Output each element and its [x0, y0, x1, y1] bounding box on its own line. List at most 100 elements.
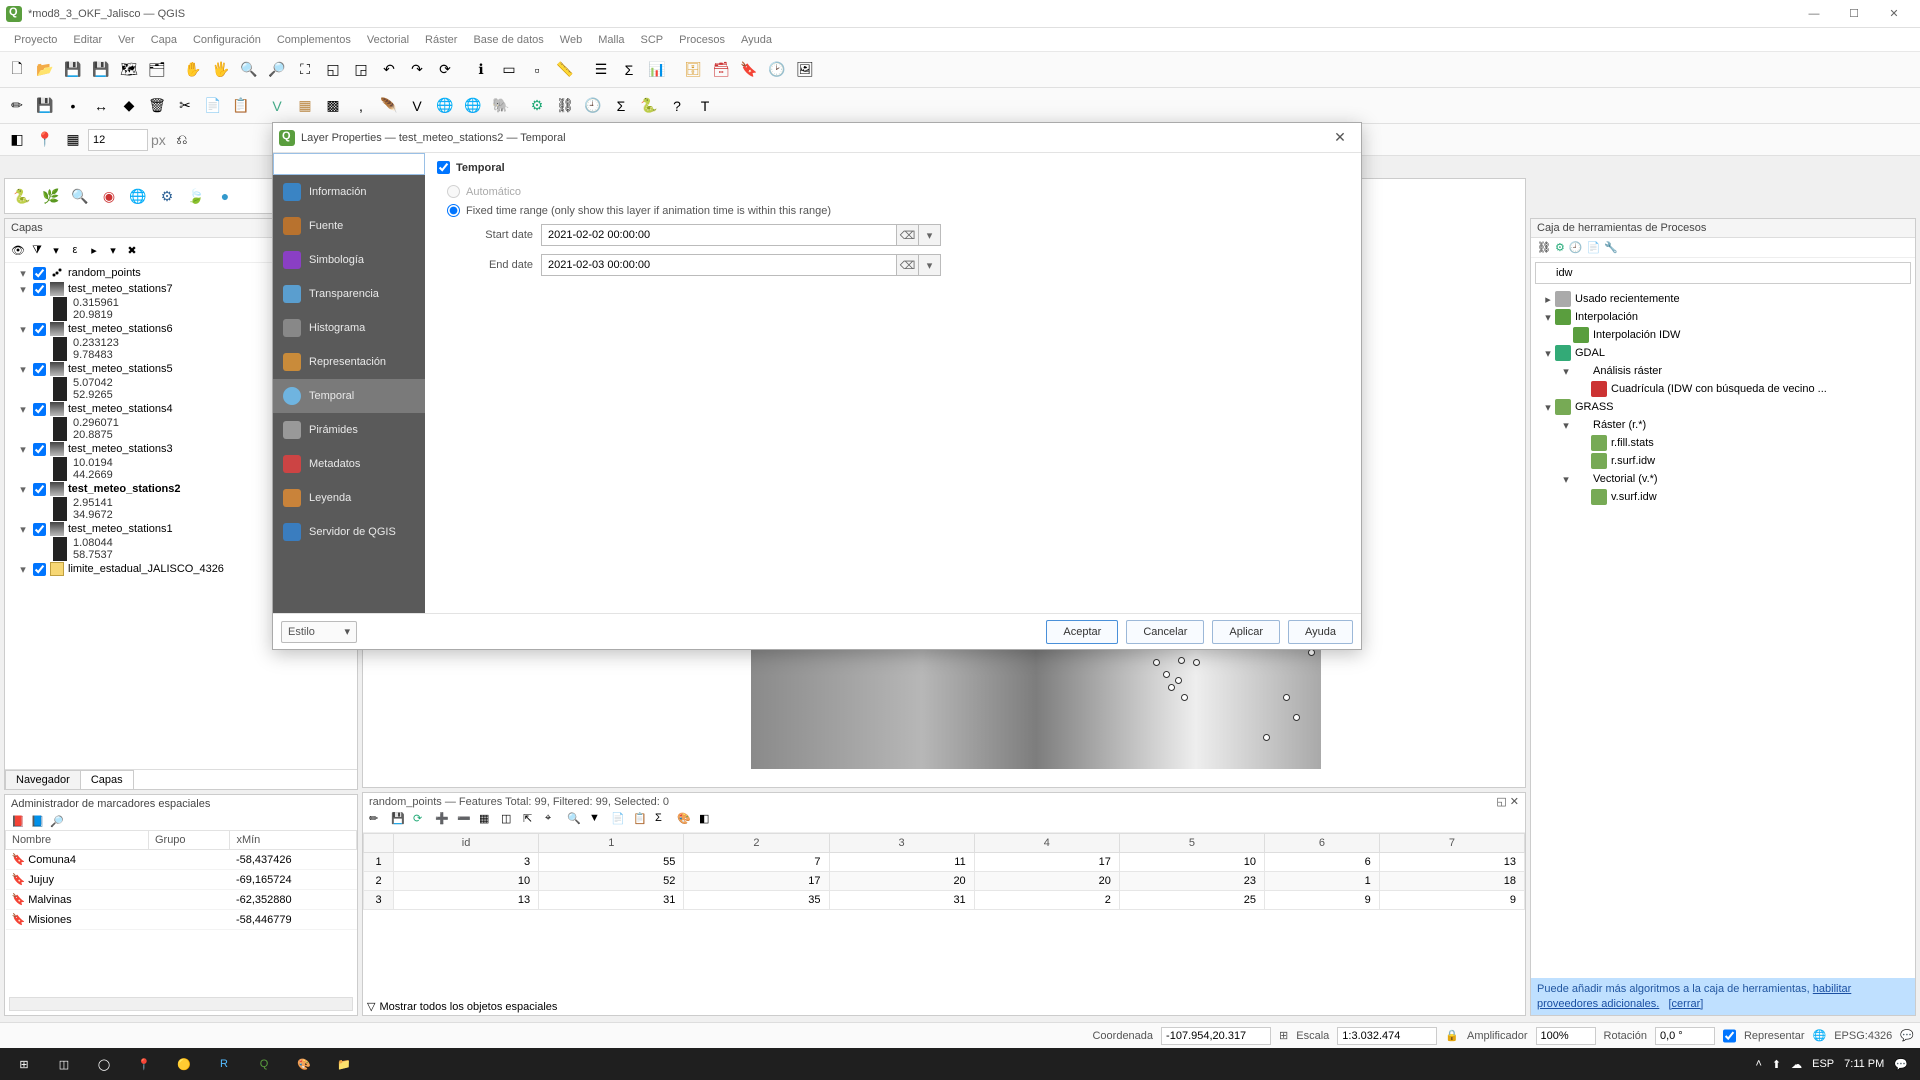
extents-icon[interactable]: ⊞: [1279, 1029, 1288, 1042]
qgis-task-icon[interactable]: Q: [244, 1048, 284, 1080]
layer-visibility-checkbox[interactable]: [33, 443, 46, 456]
history-icon[interactable]: 🕘: [580, 93, 606, 119]
bookmark-row[interactable]: 🔖 Jujuy-69,165724: [6, 870, 357, 890]
tree-expand-icon[interactable]: ▸: [1541, 293, 1555, 306]
pan-icon[interactable]: ✋: [180, 57, 206, 83]
menu-malla[interactable]: Malla: [590, 31, 632, 49]
tree-expand-icon[interactable]: ▾: [1541, 347, 1555, 360]
style-preset-icon[interactable]: 👁: [9, 241, 27, 259]
expand-icon[interactable]: ▾: [17, 403, 29, 416]
layer-visibility-checkbox[interactable]: [33, 563, 46, 576]
end-dropdown-icon[interactable]: ▾: [919, 254, 941, 276]
measure-icon[interactable]: 📏: [552, 57, 578, 83]
spinbox-input[interactable]: [88, 129, 148, 151]
toolbox-tree-node[interactable]: ▾ Interpolación: [1537, 308, 1909, 326]
menu-configuracion[interactable]: Configuración: [185, 31, 269, 49]
tree-expand-icon[interactable]: ▾: [1559, 473, 1573, 486]
temporal-icon[interactable]: 🕑: [764, 57, 790, 83]
zoom-bookmark-icon[interactable]: 🔎: [50, 815, 64, 828]
cell[interactable]: 52: [539, 872, 684, 891]
close-button[interactable]: ✕: [1874, 2, 1914, 26]
attr-table[interactable]: id1234567 135571117106132105217202023118…: [363, 833, 1525, 910]
edit-in-place-icon[interactable]: 📄: [1587, 241, 1601, 254]
cut-icon[interactable]: ✂: [172, 93, 198, 119]
layer-visibility-checkbox[interactable]: [33, 363, 46, 376]
identify-icon[interactable]: ℹ: [468, 57, 494, 83]
attr-col-header[interactable]: 6: [1265, 834, 1380, 853]
start-dropdown-icon[interactable]: ▾: [919, 224, 941, 246]
tray-lang[interactable]: ESP: [1812, 1058, 1834, 1070]
taskview-icon[interactable]: ◫: [44, 1048, 84, 1080]
attr-col-header[interactable]: 4: [974, 834, 1119, 853]
zoom-full-icon[interactable]: ⛶: [292, 57, 318, 83]
cell[interactable]: 35: [684, 891, 829, 910]
menu-complementos[interactable]: Complementos: [269, 31, 359, 49]
bm-col-grupo[interactable]: Grupo: [148, 831, 229, 850]
toolbox-tree-node[interactable]: Interpolación IDW: [1537, 326, 1909, 344]
cell[interactable]: 20: [829, 872, 974, 891]
tab-histograma[interactable]: Histograma: [273, 311, 425, 345]
attributes-icon[interactable]: ☰: [588, 57, 614, 83]
start-clear-icon[interactable]: ⌫: [897, 224, 919, 246]
toolbox-tree[interactable]: ▸ Usado recientemente▾ Interpolación Int…: [1531, 288, 1915, 508]
attr-dock-icon[interactable]: ◱: [1496, 796, 1506, 808]
toolbox-hint-close[interactable]: [cerrar]: [1668, 998, 1703, 1010]
cell[interactable]: 17: [974, 853, 1119, 872]
reload-icon[interactable]: ⟳: [413, 812, 431, 830]
tab-metadatos[interactable]: Metadatos: [273, 447, 425, 481]
expand-icon[interactable]: ▾: [17, 523, 29, 536]
refresh-icon[interactable]: ⟳: [432, 57, 458, 83]
invert-icon[interactable]: ◫: [501, 812, 519, 830]
start-date-input[interactable]: [541, 224, 897, 246]
tree-expand-icon[interactable]: ▾: [1559, 365, 1573, 378]
virtual-icon[interactable]: V: [404, 93, 430, 119]
menu-scp[interactable]: SCP: [633, 31, 672, 49]
field-calc-icon[interactable]: Σ: [616, 57, 642, 83]
cell[interactable]: 55: [539, 853, 684, 872]
tab-representacion[interactable]: Representación: [273, 345, 425, 379]
tray-time[interactable]: 7:11 PM: [1844, 1058, 1884, 1070]
cell[interactable]: 18: [1379, 872, 1524, 891]
toolbox-tree-node[interactable]: Cuadrícula (IDW con búsqueda de vecino .…: [1537, 380, 1909, 398]
deselect-icon[interactable]: ▫: [524, 57, 550, 83]
tab-servidor[interactable]: Servidor de QGIS: [273, 515, 425, 549]
bookmarks-icon[interactable]: 🔖: [736, 57, 762, 83]
node-tool-icon[interactable]: ◆: [116, 93, 142, 119]
vector-layer-icon[interactable]: V: [264, 93, 290, 119]
radio-fixed-range[interactable]: [447, 204, 460, 217]
filter2-icon[interactable]: ▼: [589, 812, 607, 830]
attr-col-header[interactable]: 1: [539, 834, 684, 853]
menu-editar[interactable]: Editar: [65, 31, 110, 49]
toolbox-tree-node[interactable]: ▾ Análisis ráster: [1537, 362, 1909, 380]
explorer-icon[interactable]: 📁: [324, 1048, 364, 1080]
tray-dropbox-icon[interactable]: ⬆: [1772, 1058, 1781, 1071]
zoom-out-icon[interactable]: 🔎: [264, 57, 290, 83]
move-feature-icon[interactable]: ↔: [88, 93, 114, 119]
toolbox-search-input[interactable]: [1535, 262, 1911, 284]
paste-icon[interactable]: 📋: [228, 93, 254, 119]
results2-icon[interactable]: 🕘: [1569, 241, 1583, 254]
gear-blue-icon[interactable]: ⚙: [154, 183, 180, 209]
save-as-icon[interactable]: 💾: [88, 57, 114, 83]
toolbox-tree-node[interactable]: v.surf.idw: [1537, 488, 1909, 506]
cell[interactable]: 7: [684, 853, 829, 872]
cell[interactable]: 9: [1265, 891, 1380, 910]
pan-sel-icon[interactable]: ⌖: [545, 812, 563, 830]
lock-icon[interactable]: 🔒: [1445, 1029, 1459, 1042]
add-row-icon[interactable]: ➕: [435, 812, 453, 830]
help-button[interactable]: Ayuda: [1288, 620, 1353, 644]
processing-icon[interactable]: ⚙: [524, 93, 550, 119]
row-header[interactable]: 3: [364, 891, 394, 910]
filter-funnel-icon[interactable]: ▽: [367, 1000, 375, 1013]
style-menu-button[interactable]: Estilo▾: [281, 621, 357, 643]
text-annotation-icon[interactable]: T: [692, 93, 718, 119]
results-icon[interactable]: Σ: [608, 93, 634, 119]
expression-icon[interactable]: ε: [66, 241, 84, 259]
zoom-in-icon[interactable]: 🔍: [236, 57, 262, 83]
bookmark-row[interactable]: 🔖 Malvinas-62,352880: [6, 890, 357, 910]
wms-icon[interactable]: 🌐: [432, 93, 458, 119]
toolbox-tree-node[interactable]: ▸ Usado recientemente: [1537, 290, 1909, 308]
cell[interactable]: 1: [1265, 872, 1380, 891]
tree-expand-icon[interactable]: ▾: [1559, 419, 1573, 432]
toolbox-tree-node[interactable]: ▾ GRASS: [1537, 398, 1909, 416]
